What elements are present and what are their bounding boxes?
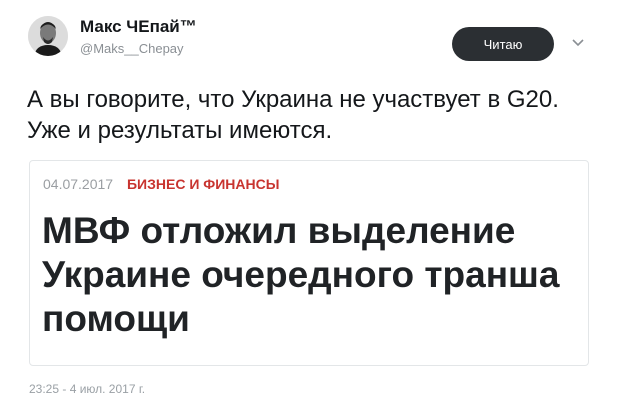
tweet-timestamp[interactable]: 23:25 - 4 июл. 2017 г. <box>29 382 145 396</box>
tweet-text: А вы говорите, что Украина не участвует … <box>27 86 559 144</box>
chevron-down-icon[interactable] <box>570 34 586 50</box>
author-handle[interactable]: @Maks__Chepay <box>80 41 184 56</box>
avatar[interactable] <box>28 16 68 56</box>
follow-button[interactable]: Читаю <box>452 27 554 61</box>
author-display-name[interactable]: Макс ЧЕпай™ <box>80 17 197 37</box>
card-category: БИЗНЕС И ФИНАНСЫ <box>126 176 280 192</box>
link-card[interactable]: 04.07.2017 БИЗНЕС И ФИНАНСЫ МВФ отложил … <box>29 160 589 366</box>
card-date: 04.07.2017 <box>43 176 114 192</box>
card-meta: 04.07.2017 БИЗНЕС И ФИНАНСЫ <box>43 176 279 192</box>
card-headline: МВФ отложил выделение Украине очередного… <box>42 210 560 339</box>
avatar-portrait <box>28 16 68 56</box>
